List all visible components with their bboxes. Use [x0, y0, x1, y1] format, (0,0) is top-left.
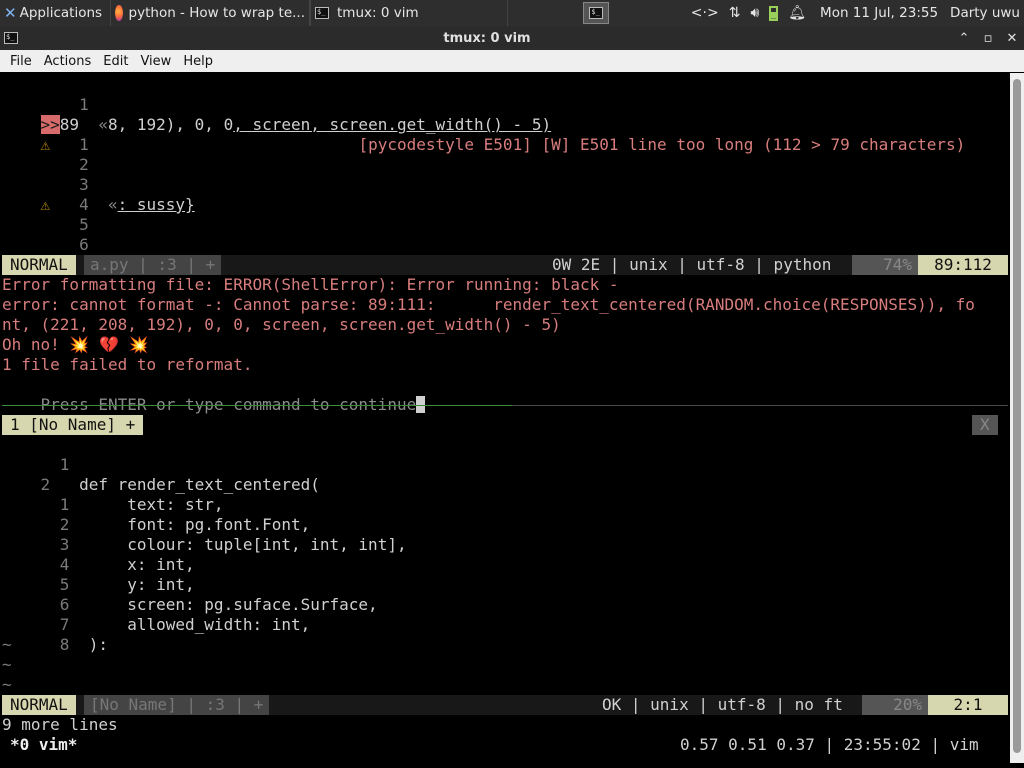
notification-bell-icon[interactable]: 🔔︎ [788, 5, 806, 21]
code-line: ⚠ 7 « -> None: [2, 235, 205, 274]
taskbar-firefox-title: python - How to wrap te... [128, 5, 305, 21]
code-line: 2 def render_text_centered( [40, 475, 320, 494]
error-message: error: cannot format -: Cannot parse: 89… [2, 295, 975, 314]
mode-indicator: NORMAL [2, 255, 76, 275]
code-line: 3 [79, 175, 89, 194]
command-line[interactable]: 9 more lines [2, 715, 118, 735]
empty-line-tilde: ~ [2, 675, 12, 694]
maximize-button[interactable]: ▫ [976, 31, 1000, 46]
network-icon[interactable]: <·> [691, 5, 719, 21]
file-info: OK | unix | utf-8 | no ft [602, 695, 843, 714]
error-message: 1 file failed to reformat. [2, 355, 253, 374]
tabline: 1 [No Name] + X [2, 415, 1008, 435]
diagnostic-message: [pycodestyle E501] [W] E501 line too lon… [358, 135, 966, 154]
xfce-logo-icon: ✕ [4, 4, 17, 22]
file-name: [No Name] | :3 | + [84, 695, 270, 715]
applications-menu-button[interactable]: ✕ Applications [0, 0, 110, 26]
code-line: 7 allowed_width: int, [59, 615, 311, 634]
clock[interactable]: Mon 11 Jul, 23:55 [812, 0, 946, 26]
minimize-button[interactable]: ⌃ [952, 31, 976, 46]
code-line: 1 text: str, [59, 495, 224, 514]
menu-file[interactable]: File [4, 54, 38, 69]
empty-line-tilde: ~ [2, 635, 12, 654]
menu-edit[interactable]: Edit [97, 54, 134, 69]
system-tray: <·> ⇅ 🔊︎ 🔔︎ [685, 5, 812, 21]
prompt-line[interactable]: Press ENTER or type command to continue [2, 375, 426, 414]
code-line: 1 [79, 95, 89, 114]
empty-line-tilde: ~ [2, 655, 12, 674]
file-name: a.py | :3 | + [84, 255, 222, 275]
terminal-area[interactable]: 1 >>89 «8, 192), 0, 0, screen, screen.ge… [0, 73, 1010, 763]
code-line: 4 x: int, [59, 555, 195, 574]
code-line: ⚠ 1 [pycodestyle E501] [W] E501 line too… [40, 135, 966, 154]
window-titlebar[interactable]: $_ tmux: 0 vim ⌃ ▫ ✕ [0, 26, 1024, 50]
code-line: 6 screen: pg.suface.Surface, [59, 595, 378, 614]
taskbar-tmux-title: tmux: 0 vim [337, 5, 419, 21]
applications-label: Applications [19, 5, 103, 21]
user-menu[interactable]: Darty uwu [946, 0, 1024, 26]
top-panel: ✕ Applications python - How to wrap te..… [0, 0, 1024, 26]
close-button[interactable]: ✕ [1000, 31, 1024, 46]
scrollbar[interactable] [1010, 73, 1024, 763]
code-line: 2 [79, 155, 89, 174]
menu-bar: File Actions Edit View Help [0, 50, 1024, 72]
code-line: 3 colour: tuple[int, int, int], [59, 535, 407, 554]
show-terminal-button[interactable]: $_ [579, 0, 613, 26]
error-message: Oh no! 💥 💔 💥 [2, 335, 149, 354]
firefox-icon [115, 5, 123, 21]
battery-icon[interactable] [769, 5, 779, 21]
menu-help[interactable]: Help [177, 54, 219, 69]
code-line: 5 y: int, [59, 575, 195, 594]
scroll-percent: 20% [862, 695, 928, 715]
scroll-percent: 74% [852, 255, 918, 275]
code-line: 5 [79, 215, 89, 234]
window-terminal-icon: $_ [4, 32, 18, 44]
code-line: 8 ): [59, 635, 108, 654]
scrollbar-thumb[interactable] [1013, 79, 1021, 753]
statusline-bottom: NORMAL [No Name] | :3 | + OK | unix | ut… [2, 695, 1008, 715]
cursor-position: 89:112 [918, 255, 1008, 275]
volume-icon[interactable]: 🔊︎ [750, 5, 759, 21]
transfer-icon[interactable]: ⇅ [729, 5, 741, 21]
taskbar-firefox[interactable]: python - How to wrap te... [110, 0, 310, 26]
file-info: 0W 2E | unix | utf-8 | python [552, 255, 832, 274]
cursor-position: 2:1 [928, 695, 1008, 715]
error-message: Error formatting file: ERROR(ShellError)… [2, 275, 619, 294]
tab-no-name[interactable]: 1 [No Name] + [2, 415, 144, 435]
tmux-status-right: 0.57 0.51 0.37 | 23:55:02 | vim [680, 735, 979, 754]
terminal-launcher-icon: $_ [589, 7, 604, 19]
statusline-top: NORMAL a.py | :3 | + 0W 2E | unix | utf-… [2, 255, 1008, 275]
code-line: 1 [59, 455, 70, 474]
code-line: >>89 «8, 192), 0, 0, screen, screen.get_… [40, 115, 552, 134]
tmux-window-label[interactable]: *0 vim* [10, 735, 77, 755]
code-line: 6 [79, 235, 89, 254]
error-message: nt, (221, 208, 192), 0, 0, screen, scree… [2, 315, 561, 334]
terminal-icon: $_ [315, 7, 329, 19]
taskbar-tmux[interactable]: $_ tmux: 0 vim [310, 0, 508, 26]
close-tab-button[interactable]: X [972, 415, 998, 435]
code-line: 2 font: pg.font.Font, [59, 515, 311, 534]
code-line: ⚠ 4 «: sussy} [40, 195, 195, 214]
menu-actions[interactable]: Actions [38, 54, 98, 69]
window-title: tmux: 0 vim [443, 30, 531, 46]
menu-view[interactable]: View [134, 54, 177, 69]
mode-indicator: NORMAL [2, 695, 76, 715]
pane-divider[interactable] [2, 405, 1008, 406]
